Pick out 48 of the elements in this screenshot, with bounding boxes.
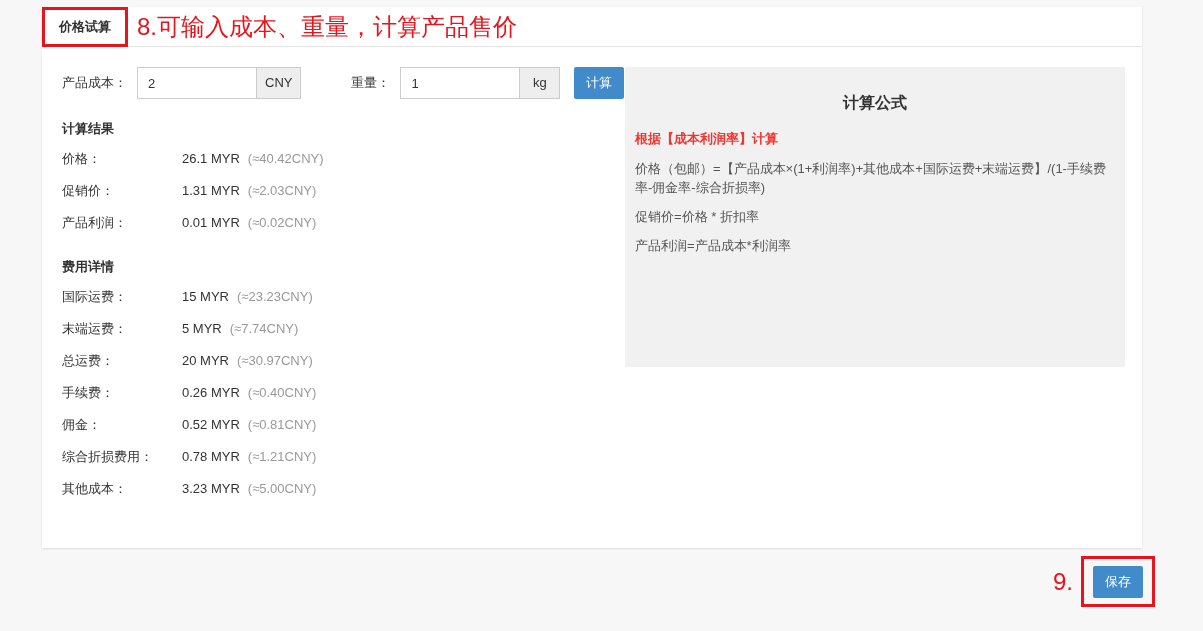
- row-label: 手续费：: [62, 384, 115, 403]
- converted-value: (≈40.42CNY): [247, 150, 324, 169]
- converted-value: (≈0.40CNY): [247, 384, 317, 403]
- row-value: 20 MYR: [182, 352, 229, 371]
- row-label: 价格：: [62, 150, 102, 169]
- field-label: 重量：: [351, 74, 391, 93]
- converted-value: (≈2.03CNY): [247, 182, 317, 201]
- unit-addon: kg: [520, 67, 561, 99]
- section-title: 费用详情: [62, 258, 115, 276]
- row-value: 26.1 MYR: [182, 150, 240, 169]
- row-label: 综合折损费用：: [62, 448, 154, 467]
- save-button[interactable]: 保存: [1093, 565, 1143, 598]
- row-value: 0.01 MYR: [182, 214, 240, 233]
- row-label: 末端运费：: [62, 320, 128, 339]
- tab[interactable]: 价格试算: [42, 6, 128, 47]
- input-field[interactable]: 2: [137, 67, 257, 99]
- formula-basis: 根据【成本利润率】计算: [635, 130, 779, 148]
- converted-value: (≈7.74CNY): [229, 320, 299, 339]
- converted-value: (≈1.21CNY): [247, 448, 317, 467]
- formula-text: 促销价=价格 * 折扣率: [635, 207, 760, 226]
- converted-value: (≈0.81CNY): [247, 416, 317, 435]
- formula-text: 价格（包邮）=【产品成本×(1+利润率)+其他成本+国际运费+末端运费】/(1-手续费率-佣金率-综合折损率): [635, 159, 1107, 197]
- converted-value: (≈23.23CNY): [236, 288, 313, 307]
- annotation-text: 8.可输入成本、重量，计算产品售价: [137, 11, 517, 42]
- row-value: 15 MYR: [182, 288, 229, 307]
- row-label: 其他成本：: [62, 480, 128, 499]
- converted-value: (≈0.02CNY): [247, 214, 317, 233]
- field-label: 产品成本：: [62, 74, 127, 93]
- calculate-button[interactable]: 计算: [574, 67, 625, 99]
- row-value: 0.26 MYR: [182, 384, 240, 403]
- input-field[interactable]: 1: [400, 67, 521, 99]
- formula-title: 计算公式: [841, 93, 908, 113]
- converted-value: (≈5.00CNY): [247, 480, 317, 499]
- row-value: 5 MYR: [182, 320, 222, 339]
- unit-addon: CNY: [257, 67, 302, 99]
- row-label: 总运费：: [62, 352, 115, 371]
- row-label: 国际运费：: [62, 288, 128, 307]
- row-label: 产品利润：: [62, 214, 128, 233]
- row-label: 佣金：: [62, 416, 102, 435]
- row-value: 1.31 MYR: [182, 182, 240, 201]
- row-value: 0.78 MYR: [182, 448, 240, 467]
- converted-value: (≈30.97CNY): [236, 352, 313, 371]
- formula-text: 产品利润=产品成本*利润率: [635, 236, 792, 255]
- row-value: 3.23 MYR: [182, 480, 240, 499]
- section-title: 计算结果: [62, 120, 115, 138]
- annotation-text: 9.: [1053, 566, 1073, 597]
- row-label: 促销价：: [62, 182, 115, 201]
- row-value: 0.52 MYR: [182, 416, 240, 435]
